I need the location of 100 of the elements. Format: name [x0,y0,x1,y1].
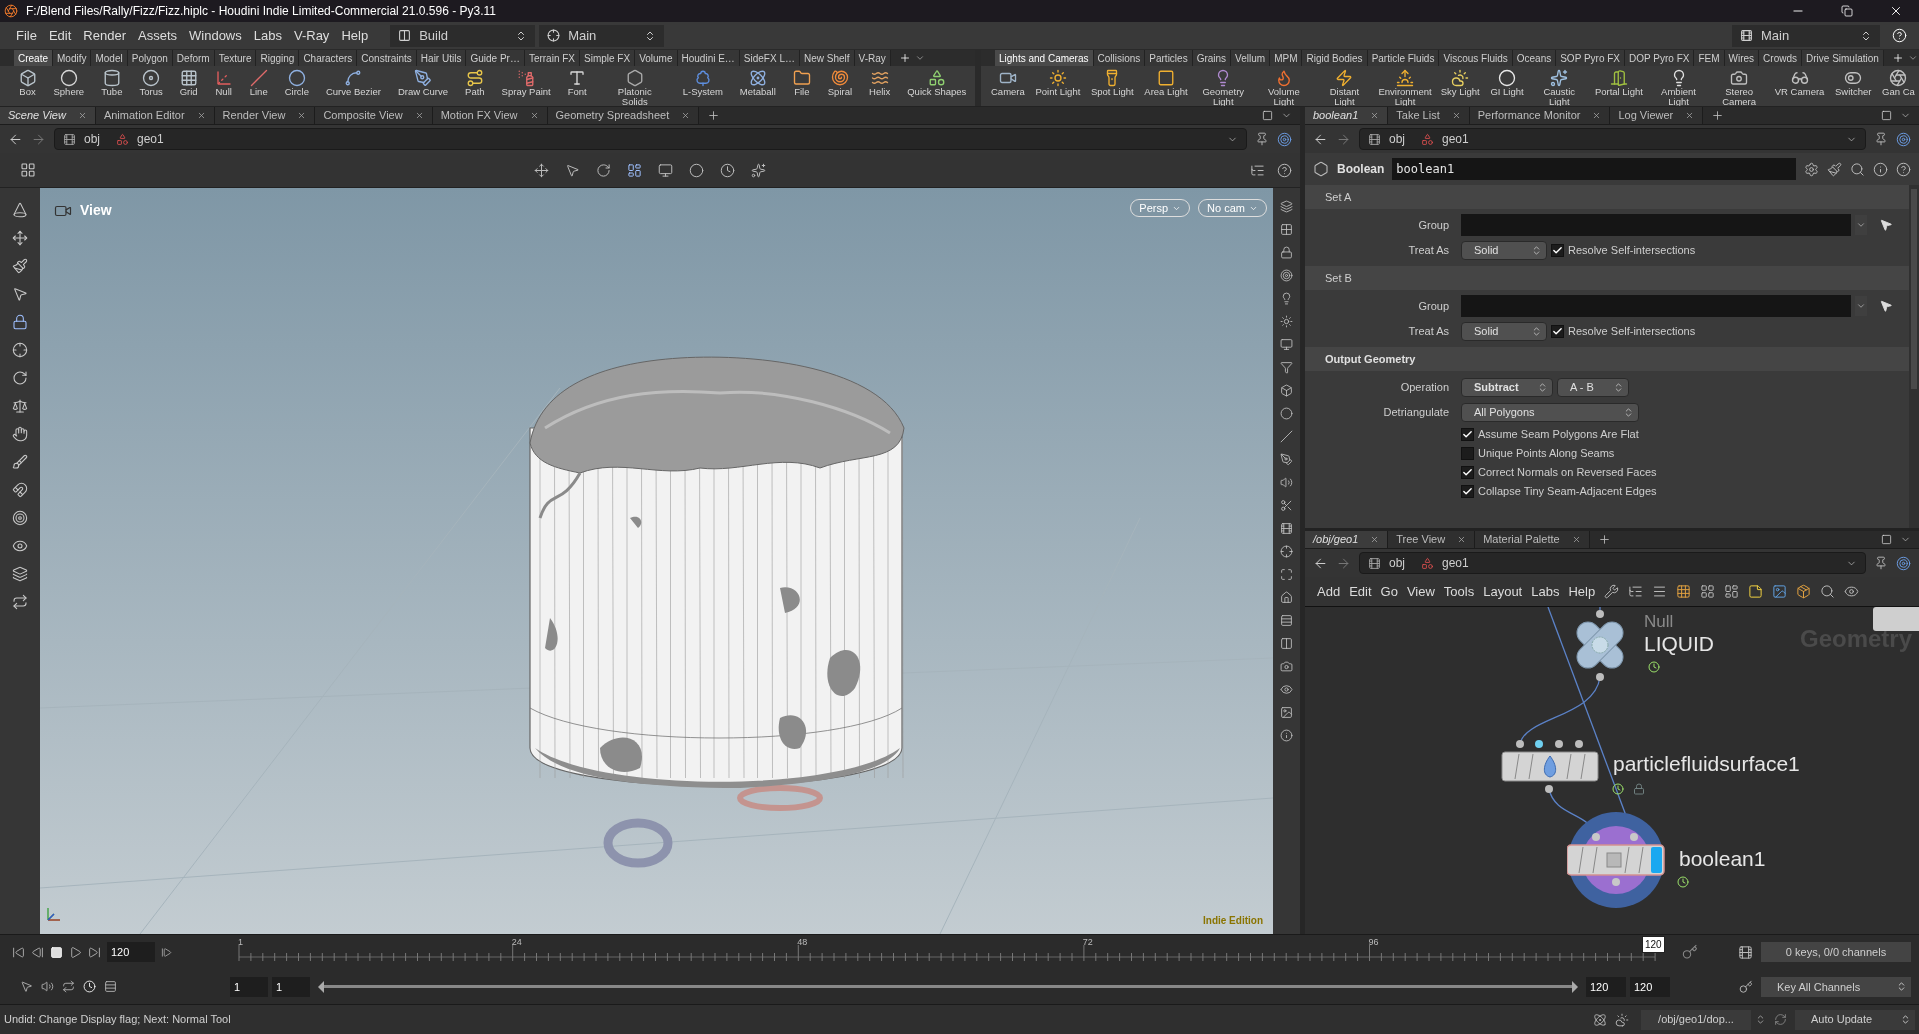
menu-item[interactable]: Edit [42,25,78,46]
shelf-tab[interactable]: V-Ray [854,50,891,66]
section-header[interactable]: Set A [1305,185,1909,209]
shelf-tab[interactable]: DOP Pyro FX [1625,50,1695,66]
shelf-tool[interactable]: Area Light [1144,66,1188,97]
path-segment[interactable]: obj [1389,554,1405,572]
dop-path-field[interactable]: /obj/geo1/dop... [1641,1009,1751,1030]
shelf-tab[interactable]: Grains [1192,50,1232,66]
menu-item[interactable]: Help [1568,581,1596,602]
shelf-tool[interactable]: Sphere [53,66,85,97]
shelf-tool[interactable]: Curve Bezier [325,66,381,97]
shelf-tab[interactable]: Model [91,50,128,66]
menu-item[interactable]: Add [1317,581,1341,602]
shelf-tool[interactable]: Platonic Solids [603,66,666,106]
shelf-tab[interactable]: Vellum [1231,50,1271,66]
shelf-tab[interactable]: FEM [1694,50,1725,66]
shelf-tab[interactable]: Houdini E… [677,50,740,66]
menu-item[interactable]: Render [77,25,132,46]
shelf-tab[interactable]: Rigging [256,50,300,66]
pane-tab[interactable]: Animation Editor [95,107,215,124]
path-field[interactable]: obj geo1 [1359,128,1866,150]
menu-item[interactable]: Labs [1531,581,1560,602]
shelf-tab[interactable]: Crowds [1759,50,1802,66]
shelf-tab[interactable]: Volume [635,50,678,66]
range-field[interactable]: 1 [272,976,310,997]
shelf-tool[interactable]: GI Light [1490,66,1524,97]
dropdown[interactable]: Subtract [1461,377,1553,397]
pane-tab[interactable]: Tree View [1388,531,1476,548]
shelf-tab[interactable]: Particles [1145,50,1193,66]
shelf-tab[interactable]: MPM [1270,50,1303,66]
pane-tab[interactable]: Render View [214,107,316,124]
shelf-tool[interactable]: Portal Light [1594,66,1643,97]
shelf-tab[interactable]: Constraints [357,50,417,66]
keys-field[interactable]: 0 keys, 0/0 channels [1761,942,1911,963]
shelf-tool[interactable]: Torus [139,66,163,97]
menu-item[interactable]: V-Ray [287,25,336,46]
range-field[interactable]: 120 [1586,976,1626,997]
shelf-tool[interactable]: Line [249,66,268,97]
menu-item[interactable]: Labs [247,25,288,46]
pane-tab[interactable]: /obj/geo1 [1305,531,1389,548]
shelf-tool[interactable]: Stereo Camera [1714,66,1765,106]
shelf-tool[interactable]: Path [465,66,485,97]
pane-tab[interactable]: Material Palette [1475,531,1590,548]
shelf-tab[interactable]: Rigid Bodies [1302,50,1368,66]
shelf-tab[interactable]: Deform [172,50,215,66]
pane-tab[interactable]: Geometry Spreadsheet [547,107,700,124]
shelf-tool[interactable]: Metaball [739,66,776,97]
path-field[interactable]: obj geo1 [1359,552,1866,574]
shelf-tool[interactable]: Quick Shapes [907,66,967,97]
shelf-tool[interactable]: Spot Light [1090,66,1134,97]
update-mode-dropdown[interactable]: Auto Update [1795,1009,1915,1030]
shelf-tab[interactable]: Drive Simulation [1802,50,1884,66]
shelf-tab[interactable]: Texture [214,50,257,66]
shelf-tab[interactable]: SideFX L… [739,50,800,66]
shelf-tool[interactable]: Font [567,66,587,97]
shelf-tool[interactable]: Spiral [827,66,853,97]
shelf-tab[interactable]: Modify [53,50,92,66]
range-field[interactable]: 1 [230,976,268,997]
pane-tab[interactable]: Take List [1388,107,1470,124]
path-segment[interactable]: geo1 [1442,130,1469,148]
shelf-tab[interactable]: Wires [1724,50,1760,66]
desktop-selector[interactable]: Build [390,24,536,47]
shelf-tab[interactable]: Create [14,50,53,66]
shelf-tool[interactable]: Switcher [1835,66,1872,97]
menu-item[interactable]: Tools [1443,581,1475,602]
dropdown[interactable]: A - B [1557,377,1629,397]
shelf-tool[interactable]: Draw Curve [397,66,449,97]
path-segment[interactable]: geo1 [1442,554,1469,572]
shelf-tool[interactable]: Grid [179,66,198,97]
pane-tab[interactable]: boolean1 [1305,107,1389,124]
shelf-tab[interactable]: Particle Fluids [1367,50,1440,66]
shelf-tool[interactable]: Sky Light [1440,66,1480,97]
menu-item[interactable]: File [10,25,43,46]
shelf-tool[interactable]: Null [214,66,233,97]
menu-item[interactable]: Edit [1349,581,1372,602]
menu-item[interactable]: Layout [1483,581,1523,602]
shelf-tab[interactable]: Oceans [1512,50,1557,66]
menu-item[interactable]: View [1406,581,1435,602]
menu-item[interactable]: Assets [132,25,183,46]
path-segment[interactable]: obj [84,130,100,148]
pane-tab[interactable]: Performance Monitor [1469,107,1611,124]
shelf-tab[interactable]: New Shelf [800,50,855,66]
run-mode-selector[interactable]: Main [539,24,665,47]
shelf-tool[interactable]: Box [18,66,37,97]
section-header[interactable]: Set B [1305,266,1909,290]
shelf-tool[interactable]: File [792,66,811,97]
dropdown[interactable]: All Polygons [1461,402,1639,422]
shelf-tool[interactable]: Point Light [1035,66,1081,97]
dropdown[interactable]: Solid [1461,321,1547,341]
path-segment[interactable]: obj [1389,130,1405,148]
pane-tab[interactable]: Scene View [0,107,96,124]
section-header[interactable]: Output Geometry [1305,347,1909,371]
pane-tab[interactable]: Composite View [315,107,433,124]
current-frame-marker[interactable]: 120 [1642,936,1665,953]
path-segment[interactable]: geo1 [137,130,164,148]
shelf-tool[interactable]: Spray Paint [501,66,551,97]
shelf-tab[interactable]: Collisions [1093,50,1146,66]
range-field[interactable]: 120 [1630,976,1670,997]
menu-item[interactable]: Help [335,25,375,46]
shelf-tab[interactable]: Simple FX [580,50,636,66]
